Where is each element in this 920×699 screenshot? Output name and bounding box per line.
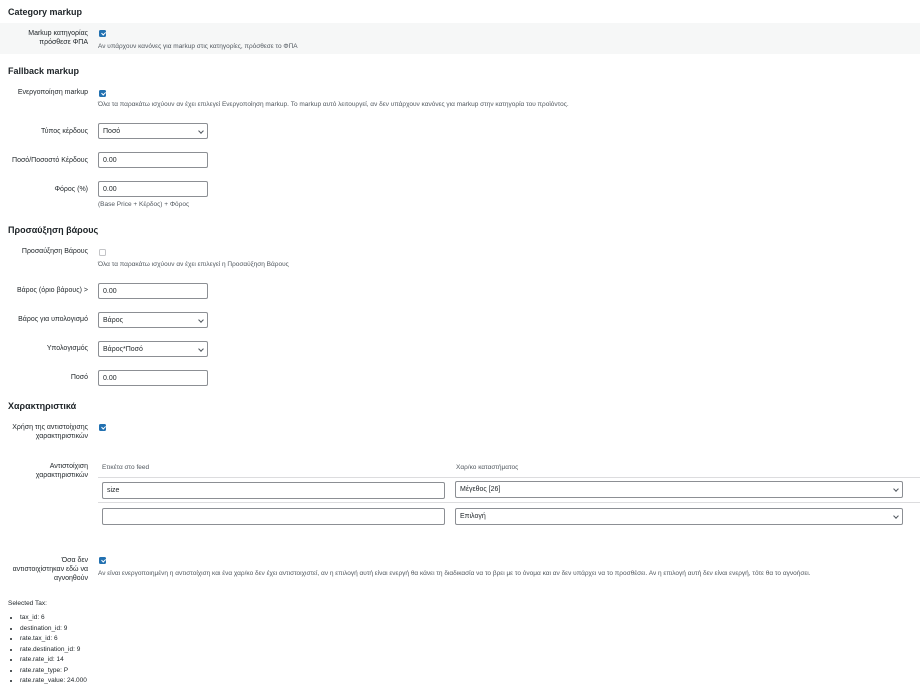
weight-surcharge-label: Προσαύξηση Βάρους <box>21 248 88 255</box>
list-item: rate.rate_value: 24.000 <box>20 676 87 687</box>
table-header-divider <box>98 477 920 478</box>
list-item: rate.tax_id: 6 <box>20 634 87 645</box>
tax-percent-input[interactable]: 0.00 <box>98 181 208 197</box>
chevron-down-icon <box>893 513 899 519</box>
store-attr-select-2[interactable]: Επιλογή <box>455 508 903 525</box>
list-item: rate.rate_type: P <box>20 666 87 677</box>
profit-type-label: Τύπος κέρδους <box>40 128 88 135</box>
weight-surcharge-heading: Προσαύξηση βάρους <box>8 225 99 235</box>
tax-formula-description: (Base Price + Κέρδος) + Φόρος <box>98 201 190 208</box>
list-item: destination_id: 9 <box>20 624 87 635</box>
chevron-down-icon <box>198 127 204 134</box>
list-item: rate.destination_id: 9 <box>20 645 87 656</box>
chevron-down-icon <box>198 345 204 352</box>
list-item: rate.rate_id: 14 <box>20 655 87 666</box>
tax-percent-label: Φόρος (%) <box>54 186 88 193</box>
selected-tax-heading: Selected Tax: <box>8 600 47 607</box>
profit-amount-label: Ποσό/Ποσοστό Κέρδους <box>12 157 88 164</box>
fallback-markup-heading: Fallback markup <box>8 66 80 76</box>
chevron-down-icon <box>198 316 204 323</box>
enable-markup-label: Ενεργοποίηση markup <box>17 89 88 96</box>
chevron-down-icon <box>893 486 899 492</box>
unmapped-description: Αν είναι ενεργοποιημένη η αντιστοίχιση κ… <box>98 570 811 577</box>
category-markup-description: Αν υπάρχουν κανόνες για markup στις κατη… <box>98 43 298 50</box>
profit-type-select[interactable]: Ποσό <box>98 123 208 139</box>
use-mapping-label: Χρήση της αντιστοίχισης χαρακτηριστικών <box>12 424 88 440</box>
attributes-heading: Χαρακτηριστικά <box>8 401 77 411</box>
weight-threshold-label: Βάρος (όριο βάρους) > <box>16 287 88 294</box>
weight-surcharge-description: Όλα τα παρακάτω ισχύουν αν έχει επιλεγεί… <box>98 261 289 268</box>
store-attr-select-1[interactable]: Μέγεθος [26] <box>455 481 903 498</box>
enable-markup-checkbox[interactable] <box>99 90 106 97</box>
table-row-divider <box>98 502 920 503</box>
profit-amount-input[interactable]: 0.00 <box>98 152 208 168</box>
calculation-select[interactable]: Βάρος*Ποσό <box>98 341 208 357</box>
weight-for-calc-select[interactable]: Βάρος <box>98 312 208 328</box>
amount-input[interactable]: 0.00 <box>98 370 208 386</box>
weight-for-calc-label: Βάρος για υπολογισμό <box>18 316 88 323</box>
weight-surcharge-checkbox[interactable] <box>99 249 106 256</box>
feed-label-input-2[interactable] <box>102 508 445 525</box>
unmapped-checkbox[interactable] <box>99 557 106 564</box>
category-markup-heading: Category markup <box>8 7 83 17</box>
amount-label: Ποσό <box>70 374 88 381</box>
mapping-label: Αντιστοίχιση χαρακτηριστικών <box>35 463 88 479</box>
profit-type-value: Ποσό <box>103 127 121 135</box>
enable-markup-description: Όλα τα παρακάτω ισχύουν αν έχει επιλεγεί… <box>98 101 569 108</box>
category-markup-checkbox[interactable] <box>99 30 106 37</box>
feed-label-input-1[interactable]: size <box>102 482 445 499</box>
use-mapping-checkbox[interactable] <box>99 424 106 431</box>
col-feed-label-header: Ετικέτα στο feed <box>102 464 150 471</box>
calculation-label: Υπολογισμός <box>46 345 88 352</box>
category-markup-label: Markup κατηγορίας πρόσθεσε ΦΠΑ <box>28 30 88 46</box>
selected-tax-list: tax_id: 6 destination_id: 9 rate.tax_id:… <box>8 613 87 687</box>
unmapped-label: Όσα δεν αντιστοιχίστηκαν εδώ να αγνοηθού… <box>12 557 88 582</box>
col-store-attr-header: Χαρ/κο καταστήματος <box>456 464 519 471</box>
weight-threshold-input[interactable]: 0.00 <box>98 283 208 299</box>
list-item: tax_id: 6 <box>20 613 87 624</box>
